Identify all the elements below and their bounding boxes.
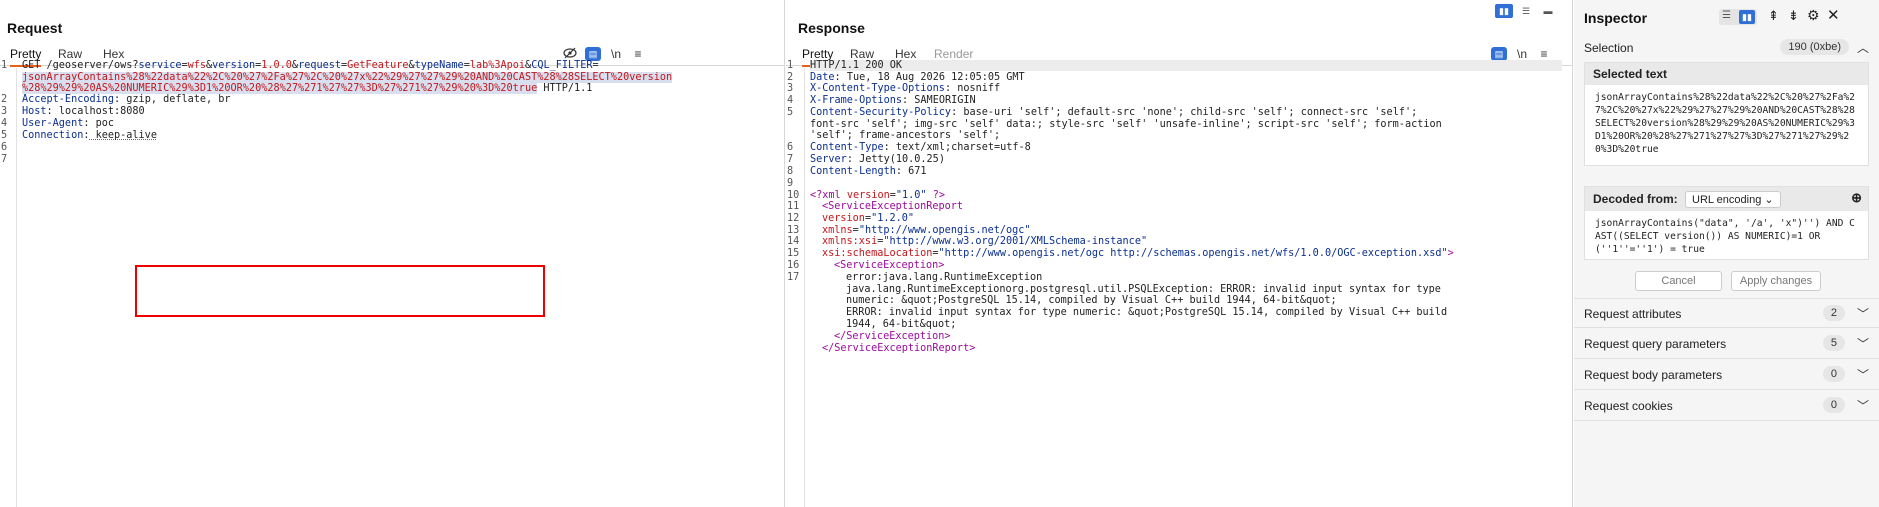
hide-icon[interactable] xyxy=(562,47,578,61)
xml-attr-version: version="1.2.0" xyxy=(822,213,915,224)
request-line: GET /geoserver/ows?service=wfs&version=1… xyxy=(22,60,599,71)
xml-error-text-1: error:java.lang.RuntimeException xyxy=(846,272,1043,283)
header-csp-cont: font-src 'self'; img-src 'self' data:; s… xyxy=(810,119,1442,130)
header-host: Host: localhost:8080 xyxy=(22,106,145,117)
header-accept-encoding: Accept-Encoding: gzip, deflate, br xyxy=(22,94,231,105)
expand-all-icon[interactable]: ⇞ xyxy=(1768,8,1779,24)
header-date: Date: Tue, 18 Aug 2026 12:05:05 GMT xyxy=(810,72,1025,83)
selection-label: Selection xyxy=(1584,41,1634,55)
chevron-down-icon[interactable]: ﹀ xyxy=(1857,335,1869,352)
newline-toggle[interactable]: \n xyxy=(608,47,624,61)
wrap-lines-icon[interactable]: ▤ xyxy=(1491,47,1507,61)
highlight-annotation-box xyxy=(135,265,545,317)
xml-report-open: <ServiceExceptionReport xyxy=(822,201,964,212)
xml-error-text-4: ERROR: invalid input syntax for type num… xyxy=(846,307,1448,318)
panel-view-icon[interactable]: ▮▮ xyxy=(1739,10,1755,24)
collapse-all-icon[interactable]: ⇟ xyxy=(1788,8,1799,24)
xml-service-exception-open: <ServiceException> xyxy=(834,260,945,271)
xml-error-text-5: 1944, 64-bit&quot; xyxy=(846,319,957,330)
header-x-content-type-options: X-Content-Type-Options: nosniff xyxy=(810,83,1001,94)
selected-text-label: Selected text xyxy=(1585,63,1868,85)
xml-attr-xmlns: xmlns="http://www.opengis.net/ogc" xyxy=(822,225,1031,236)
xml-attr-schema-location: xsi:schemaLocation="http://www.opengis.n… xyxy=(822,248,1454,259)
section-request-cookies[interactable]: Request cookies 0 ﹀ xyxy=(1574,391,1879,421)
section-request-attributes[interactable]: Request attributes 2 ﹀ xyxy=(1574,298,1879,328)
decoded-from-label: Decoded from: xyxy=(1593,192,1678,206)
request-pane: Request Pretty Raw Hex ▤ \n ≡ 1 2 3 4 5 … xyxy=(0,0,785,507)
selected-query-value[interactable]: jsonArrayContains%28%22data%22%2C%20%27%… xyxy=(22,72,673,83)
inspector-title: Inspector xyxy=(1584,10,1648,26)
close-icon[interactable]: ✕ xyxy=(1827,6,1840,24)
single-view-icon[interactable]: ▬ xyxy=(1539,4,1557,18)
header-x-frame-options: X-Frame-Options: SAMEORIGIN xyxy=(810,95,976,106)
wrap-lines-icon[interactable]: ▤ xyxy=(585,47,601,61)
xml-service-exception-close: </ServiceException> xyxy=(834,331,951,342)
split-view-icon[interactable]: ▮▮ xyxy=(1495,4,1513,18)
newline-toggle[interactable]: \n xyxy=(1514,47,1530,61)
header-csp-cont2: 'self'; frame-ancestors 'self'; xyxy=(810,130,1001,141)
request-line-cont: %28%29%29%20AS%20NUMERIC%29%3D1%20OR%20%… xyxy=(22,83,593,94)
decoded-box: Decoded from: URL encoding ⌄ ⊕ jsonArray… xyxy=(1584,186,1869,260)
xml-error-text-3: numeric: &quot;PostgreSQL 15.14, compile… xyxy=(846,295,1337,306)
selected-text-value[interactable]: jsonArrayContains%28%22data%22%2C%20%27%… xyxy=(1585,85,1868,162)
status-line: HTTP/1.1 200 OK xyxy=(810,60,1562,71)
add-icon[interactable]: ⊕ xyxy=(1851,190,1862,206)
xml-attr-xmlns-xsi: xmlns:xsi="http://www.w3.org/2001/XMLSch… xyxy=(822,236,1148,247)
response-title: Response xyxy=(798,20,865,36)
request-title: Request xyxy=(7,20,63,36)
selection-section[interactable]: Selection 190 (0xbe) ︿ xyxy=(1574,33,1879,63)
line-gutter: 1 2 3 4 5 6 7 xyxy=(0,60,17,507)
list-view-icon[interactable]: ☰ xyxy=(1722,10,1731,21)
gear-icon[interactable]: ⚙ xyxy=(1807,7,1820,24)
xml-declaration: <?xml version="1.0" ?> xyxy=(810,190,945,201)
xml-report-close: </ServiceExceptionReport> xyxy=(822,343,976,354)
chevron-down-icon[interactable]: ﹀ xyxy=(1857,366,1869,383)
response-pane: ▮▮ ☰ ▬ Response Pretty Raw Hex Render ▤ … xyxy=(135,0,1573,507)
menu-icon[interactable]: ≡ xyxy=(630,47,646,61)
cancel-button[interactable]: Cancel xyxy=(1635,271,1722,291)
menu-icon[interactable]: ≡ xyxy=(1536,47,1552,61)
header-csp: Content-Security-Policy: base-uri 'self'… xyxy=(810,107,1418,118)
section-request-query-parameters[interactable]: Request query parameters 5 ﹀ xyxy=(1574,329,1879,359)
inspector-pane: Inspector ☰ ▮▮ ⇞ ⇟ ⚙ ✕ Selection 190 (0x… xyxy=(1574,0,1879,507)
decoding-select[interactable]: URL encoding ⌄ xyxy=(1685,191,1781,208)
decoded-text-value[interactable]: jsonArrayContains("data", '/a', 'x")'') … xyxy=(1585,211,1868,262)
line-gutter: 1 2 3 4 5 6 7 8 9 10 11 12 13 14 15 16 1… xyxy=(786,60,805,507)
header-connection: Connection: keep-alive xyxy=(22,130,157,141)
apply-changes-button[interactable]: Apply changes xyxy=(1731,271,1821,291)
horizontal-view-icon[interactable]: ☰ xyxy=(1517,4,1535,18)
xml-error-text-2: java.lang.RuntimeExceptionorg.postgresql… xyxy=(846,284,1441,295)
selection-badge: 190 (0xbe) xyxy=(1780,39,1849,55)
chevron-down-icon[interactable]: ﹀ xyxy=(1857,305,1869,322)
layout-toggle: ☰ ▮▮ xyxy=(1719,9,1757,25)
chevron-up-icon[interactable]: ︿ xyxy=(1857,39,1869,56)
header-content-length: Content-Length: 671 xyxy=(810,166,927,177)
header-user-agent: User-Agent: poc xyxy=(22,118,115,129)
section-request-body-parameters[interactable]: Request body parameters 0 ﹀ xyxy=(1574,360,1879,390)
selected-text-box: Selected text jsonArrayContains%28%22dat… xyxy=(1584,62,1869,166)
response-viewer[interactable]: 1 2 3 4 5 6 7 8 9 10 11 12 13 14 15 16 1… xyxy=(135,60,1572,507)
header-content-type: Content-Type: text/xml;charset=utf-8 xyxy=(810,142,1031,153)
header-server: Server: Jetty(10.0.25) xyxy=(810,154,945,165)
chevron-down-icon[interactable]: ﹀ xyxy=(1857,397,1869,414)
